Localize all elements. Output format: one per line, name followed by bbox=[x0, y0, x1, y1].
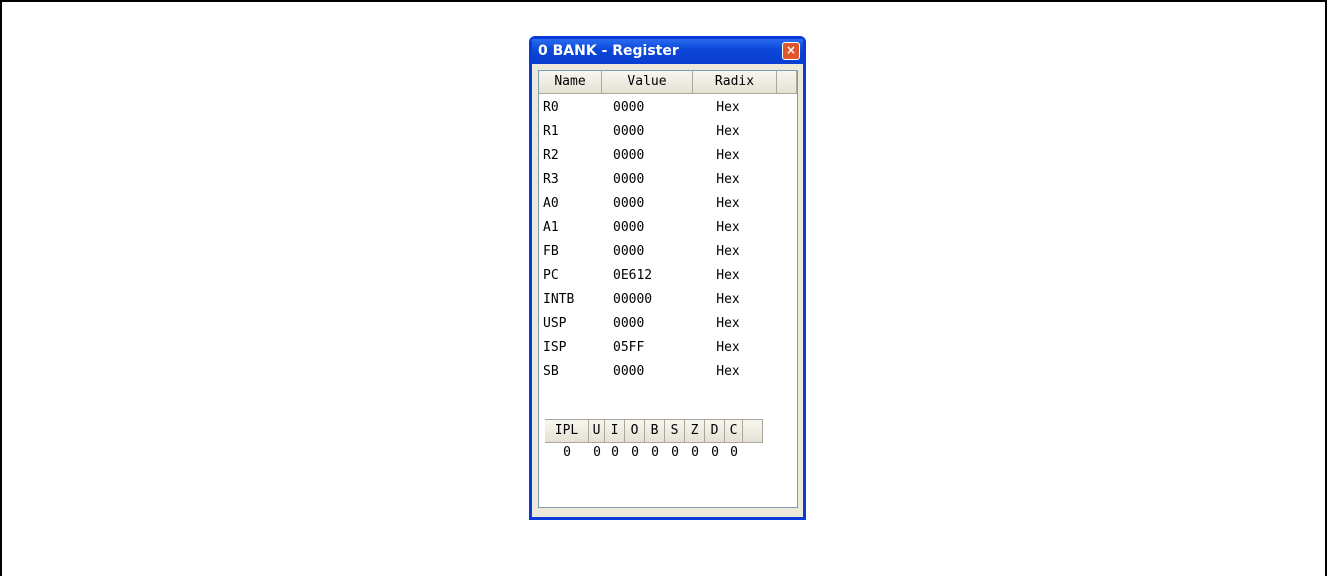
register-value[interactable]: 0000 bbox=[602, 192, 693, 216]
table-row[interactable]: INTB 00000 Hex bbox=[539, 288, 797, 312]
register-value[interactable]: 0000 bbox=[602, 168, 693, 192]
register-name: A1 bbox=[543, 220, 559, 235]
register-value[interactable]: 0000 bbox=[602, 96, 693, 120]
flag-header: IPL U I O B S Z D C bbox=[545, 419, 763, 443]
flag-value-s[interactable]: 0 bbox=[665, 442, 685, 464]
register-value[interactable]: 0000 bbox=[602, 312, 693, 336]
flag-header-spacer bbox=[743, 420, 763, 442]
register-name: R0 bbox=[543, 100, 559, 115]
register-rows: R0 0000 Hex R1 0000 Hex R2 0000 Hex R3 0000 Hex A0 00… bbox=[539, 94, 797, 384]
title-bar[interactable]: 0 BANK - Register × bbox=[532, 39, 803, 63]
window-client: Name Value Radix R0 0000 Hex R1 0000 Hex R2 000… bbox=[532, 64, 803, 517]
window-title: 0 BANK - Register bbox=[538, 43, 679, 59]
register-radix[interactable]: Hex bbox=[693, 192, 763, 216]
register-name: R2 bbox=[543, 148, 559, 163]
register-panel: Name Value Radix R0 0000 Hex R1 0000 Hex R2 000… bbox=[538, 70, 798, 508]
register-radix[interactable]: Hex bbox=[693, 144, 763, 168]
table-row[interactable]: ISP 05FF Hex bbox=[539, 336, 797, 360]
register-name: R1 bbox=[543, 124, 559, 139]
register-value[interactable]: 0000 bbox=[602, 120, 693, 144]
flag-value-b[interactable]: 0 bbox=[645, 442, 665, 464]
register-window: 0 BANK - Register × Name Value Radix R0 0… bbox=[529, 36, 806, 520]
flag-header-b[interactable]: B bbox=[645, 420, 665, 442]
table-row[interactable]: R2 0000 Hex bbox=[539, 144, 797, 168]
register-value[interactable]: 0000 bbox=[602, 144, 693, 168]
register-name: ISP bbox=[543, 340, 567, 355]
register-radix[interactable]: Hex bbox=[693, 288, 763, 312]
register-radix[interactable]: Hex bbox=[693, 240, 763, 264]
register-value[interactable]: 05FF bbox=[602, 336, 693, 360]
table-row[interactable]: SB 0000 Hex bbox=[539, 360, 797, 384]
table-row[interactable]: USP 0000 Hex bbox=[539, 312, 797, 336]
column-header-radix[interactable]: Radix bbox=[693, 71, 777, 93]
flag-header-d[interactable]: D bbox=[705, 420, 725, 442]
flag-header-s[interactable]: S bbox=[665, 420, 685, 442]
register-radix[interactable]: Hex bbox=[693, 216, 763, 240]
register-name: R3 bbox=[543, 172, 559, 187]
column-header-value[interactable]: Value bbox=[602, 71, 693, 93]
table-row[interactable]: R3 0000 Hex bbox=[539, 168, 797, 192]
column-header-name[interactable]: Name bbox=[539, 71, 602, 93]
register-name: USP bbox=[543, 316, 567, 331]
flag-values: 000000000 bbox=[545, 442, 743, 464]
register-value[interactable]: 0000 bbox=[602, 360, 693, 384]
flag-value-c[interactable]: 0 bbox=[725, 442, 743, 464]
flag-header-i[interactable]: I bbox=[605, 420, 625, 442]
register-value[interactable]: 0000 bbox=[602, 240, 693, 264]
table-row[interactable]: A1 0000 Hex bbox=[539, 216, 797, 240]
flag-header-z[interactable]: Z bbox=[685, 420, 705, 442]
column-header-spacer bbox=[777, 71, 797, 93]
flag-value-z[interactable]: 0 bbox=[685, 442, 705, 464]
flag-header-c[interactable]: C bbox=[725, 420, 743, 442]
register-name: INTB bbox=[543, 292, 575, 307]
table-row[interactable]: FB 0000 Hex bbox=[539, 240, 797, 264]
register-name: PC bbox=[543, 268, 559, 283]
register-value[interactable]: 00000 bbox=[602, 288, 693, 312]
flag-header-o[interactable]: O bbox=[625, 420, 645, 442]
flag-value-d[interactable]: 0 bbox=[705, 442, 725, 464]
close-icon[interactable]: × bbox=[782, 42, 800, 60]
flag-header-u[interactable]: U bbox=[589, 420, 605, 442]
table-row[interactable]: A0 0000 Hex bbox=[539, 192, 797, 216]
register-radix[interactable]: Hex bbox=[693, 360, 763, 384]
register-radix[interactable]: Hex bbox=[693, 96, 763, 120]
register-value[interactable]: 0E612 bbox=[602, 264, 693, 288]
register-radix[interactable]: Hex bbox=[693, 312, 763, 336]
register-radix[interactable]: Hex bbox=[693, 264, 763, 288]
register-name: FB bbox=[543, 244, 559, 259]
register-value[interactable]: 0000 bbox=[602, 216, 693, 240]
register-name: A0 bbox=[543, 196, 559, 211]
register-radix[interactable]: Hex bbox=[693, 120, 763, 144]
table-row[interactable]: R0 0000 Hex bbox=[539, 96, 797, 120]
flag-value-ipl[interactable]: 0 bbox=[545, 442, 589, 464]
flag-value-u[interactable]: 0 bbox=[589, 442, 605, 464]
register-radix[interactable]: Hex bbox=[693, 168, 763, 192]
register-radix[interactable]: Hex bbox=[693, 336, 763, 360]
flag-header-ipl[interactable]: IPL bbox=[545, 420, 589, 442]
table-row[interactable]: R1 0000 Hex bbox=[539, 120, 797, 144]
register-name: SB bbox=[543, 364, 559, 379]
flag-value-o[interactable]: 0 bbox=[625, 442, 645, 464]
register-table-header: Name Value Radix bbox=[539, 71, 797, 94]
table-row[interactable]: PC 0E612 Hex bbox=[539, 264, 797, 288]
flag-value-i[interactable]: 0 bbox=[605, 442, 625, 464]
